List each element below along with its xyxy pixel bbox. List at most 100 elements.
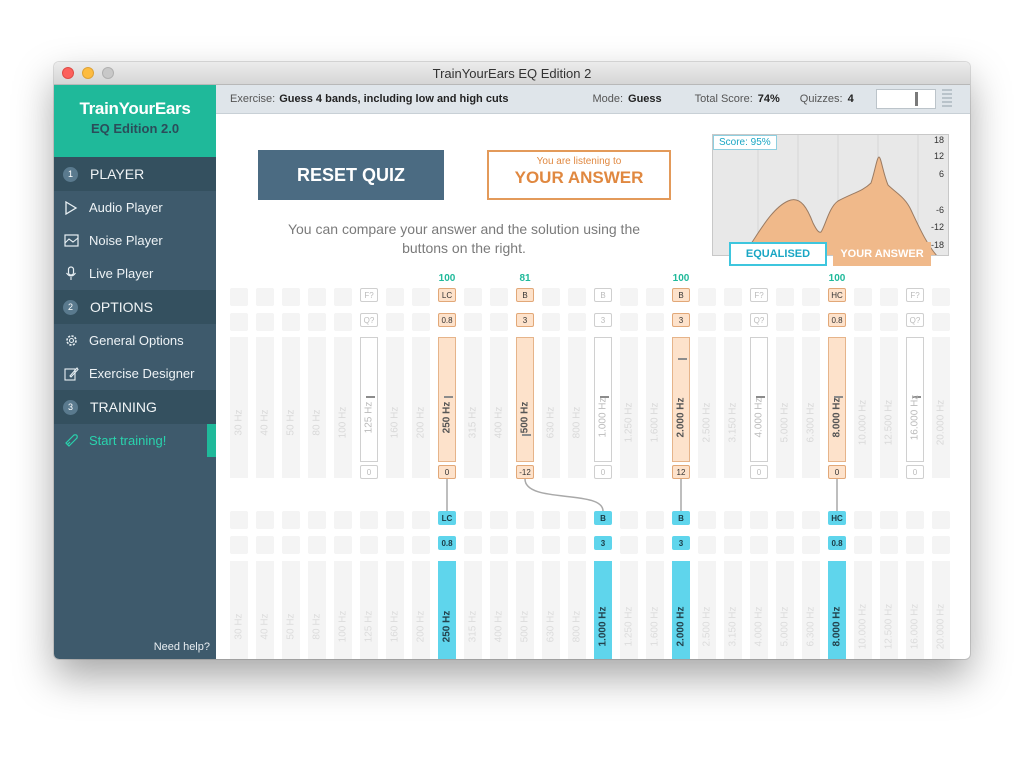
close-window-icon[interactable] — [62, 67, 74, 79]
solution-filter-type: B — [672, 511, 690, 525]
empty-cell — [802, 536, 820, 554]
band-frequency-label: 80 Hz — [308, 377, 326, 467]
empty-cell — [776, 288, 794, 306]
band-frequency-label: 3.150 Hz — [724, 581, 742, 659]
q-value-button[interactable]: 0.8 — [828, 313, 846, 327]
frequency-text: 6.300 Hz — [805, 605, 817, 647]
sidebar-item-noise-player[interactable]: Noise Player — [54, 224, 216, 257]
empty-cell — [256, 288, 274, 306]
q-value-button[interactable]: 0.8 — [438, 313, 456, 327]
sidebar: TrainYourEars EQ Edition 2.0 1 PLAYER Au… — [54, 85, 216, 659]
band-frequency-label: 5.000 Hz — [776, 377, 794, 467]
band-frequency-label: 200 Hz — [412, 581, 430, 659]
empty-cell — [776, 536, 794, 554]
empty-cell — [568, 536, 586, 554]
frequency-text: 125 Hz — [363, 610, 375, 642]
band-frequency-label: 1.600 Hz — [646, 377, 664, 467]
q-value-button[interactable]: 3 — [594, 313, 612, 327]
frequency-text: 20.000 Hz — [935, 399, 947, 445]
filter-type-button[interactable]: B — [594, 288, 612, 302]
frequency-text: 630 Hz — [545, 406, 557, 438]
sidebar-item-exercise-designer[interactable]: Exercise Designer — [54, 357, 216, 390]
empty-cell — [854, 536, 872, 554]
volume-slider-handle[interactable] — [914, 92, 918, 106]
frequency-text: 200 Hz — [415, 610, 427, 642]
minimize-window-icon[interactable] — [82, 67, 94, 79]
band-frequency-label: 160 Hz — [386, 377, 404, 467]
empty-cell — [230, 511, 248, 529]
section-player: 1 PLAYER — [54, 157, 216, 191]
eq-column: 2.500 Hz 2.500 Hz — [698, 114, 716, 659]
empty-cell — [490, 536, 508, 554]
section-label: OPTIONS — [90, 299, 154, 315]
empty-cell — [282, 511, 300, 529]
zoom-window-icon[interactable] — [102, 67, 114, 79]
q-value-button[interactable]: Q? — [906, 313, 924, 327]
frequency-text: 8.000 Hz — [831, 605, 843, 647]
filter-type-button[interactable]: B — [672, 288, 690, 302]
section-training: 3 TRAINING — [54, 390, 216, 424]
band-frequency-label: 50 Hz — [282, 581, 300, 659]
exercise-info-bar: Exercise: Guess 4 bands, including low a… — [216, 85, 970, 114]
empty-cell — [230, 288, 248, 306]
empty-cell — [646, 536, 664, 554]
frequency-text: 80 Hz — [311, 408, 323, 436]
empty-cell — [750, 511, 768, 529]
q-value-button[interactable]: 3 — [672, 313, 690, 327]
need-help-link[interactable]: Need help? — [154, 641, 210, 653]
empty-cell — [724, 536, 742, 554]
eq-column: 40 Hz 40 Hz — [256, 114, 274, 659]
frequency-text: 2.000 Hz — [675, 396, 687, 438]
empty-cell — [386, 313, 404, 331]
band-frequency-label: 12.500 Hz — [880, 581, 898, 659]
eq-column: 50 Hz 50 Hz — [282, 114, 300, 659]
empty-cell — [412, 536, 430, 554]
band-frequency-label: 3.150 Hz — [724, 377, 742, 467]
play-icon — [63, 200, 79, 216]
band-connector — [524, 478, 604, 512]
frequency-text: 12.500 Hz — [883, 603, 895, 649]
eq-column: 81 B 3 500 Hz -12 500 Hz — [516, 114, 534, 659]
frequency-text: 16.000 Hz — [909, 603, 921, 649]
empty-cell — [932, 288, 950, 306]
window-title: TrainYourEars EQ Edition 2 — [432, 66, 592, 81]
empty-cell — [230, 536, 248, 554]
band-frequency-label: 2.500 Hz — [698, 377, 716, 467]
edit-icon — [63, 366, 79, 382]
filter-type-button[interactable]: LC — [438, 288, 456, 302]
empty-cell — [256, 511, 274, 529]
filter-type-button[interactable]: F? — [360, 288, 378, 302]
band-frequency-label: 500 Hz — [516, 377, 534, 457]
empty-cell — [412, 288, 430, 306]
frequency-text: 160 Hz — [389, 610, 401, 642]
empty-cell — [464, 511, 482, 529]
sidebar-item-start-training[interactable]: Start training! — [54, 424, 216, 457]
filter-type-button[interactable]: F? — [906, 288, 924, 302]
eq-column: 5.000 Hz 5.000 Hz — [776, 114, 794, 659]
q-value-button[interactable]: Q? — [750, 313, 768, 327]
filter-type-button[interactable]: B — [516, 288, 534, 302]
empty-cell — [282, 313, 300, 331]
filter-type-button[interactable]: HC — [828, 288, 846, 302]
empty-cell — [386, 536, 404, 554]
frequency-text: 200 Hz — [415, 406, 427, 438]
sidebar-item-audio-player[interactable]: Audio Player — [54, 191, 216, 224]
band-frequency-label: 1.000 Hz — [594, 377, 612, 457]
q-value-button[interactable]: 3 — [516, 313, 534, 327]
sidebar-item-general-options[interactable]: General Options — [54, 324, 216, 357]
band-frequency-label: 500 Hz — [516, 581, 534, 659]
empty-cell — [646, 288, 664, 306]
mic-icon — [63, 266, 79, 282]
filter-type-button[interactable]: F? — [750, 288, 768, 302]
exercise-value: Guess 4 bands, including low and high cu… — [279, 93, 509, 105]
frequency-text: 20.000 Hz — [935, 603, 947, 649]
band-frequency-label: 100 Hz — [334, 377, 352, 467]
sidebar-item-live-player[interactable]: Live Player — [54, 257, 216, 290]
section-number: 3 — [63, 399, 78, 415]
slider-knob[interactable] — [678, 358, 687, 360]
band-score: 100 — [438, 273, 456, 284]
q-value-button[interactable]: Q? — [360, 313, 378, 327]
empty-cell — [490, 313, 508, 331]
volume-slider[interactable] — [875, 89, 936, 109]
empty-cell — [490, 288, 508, 306]
